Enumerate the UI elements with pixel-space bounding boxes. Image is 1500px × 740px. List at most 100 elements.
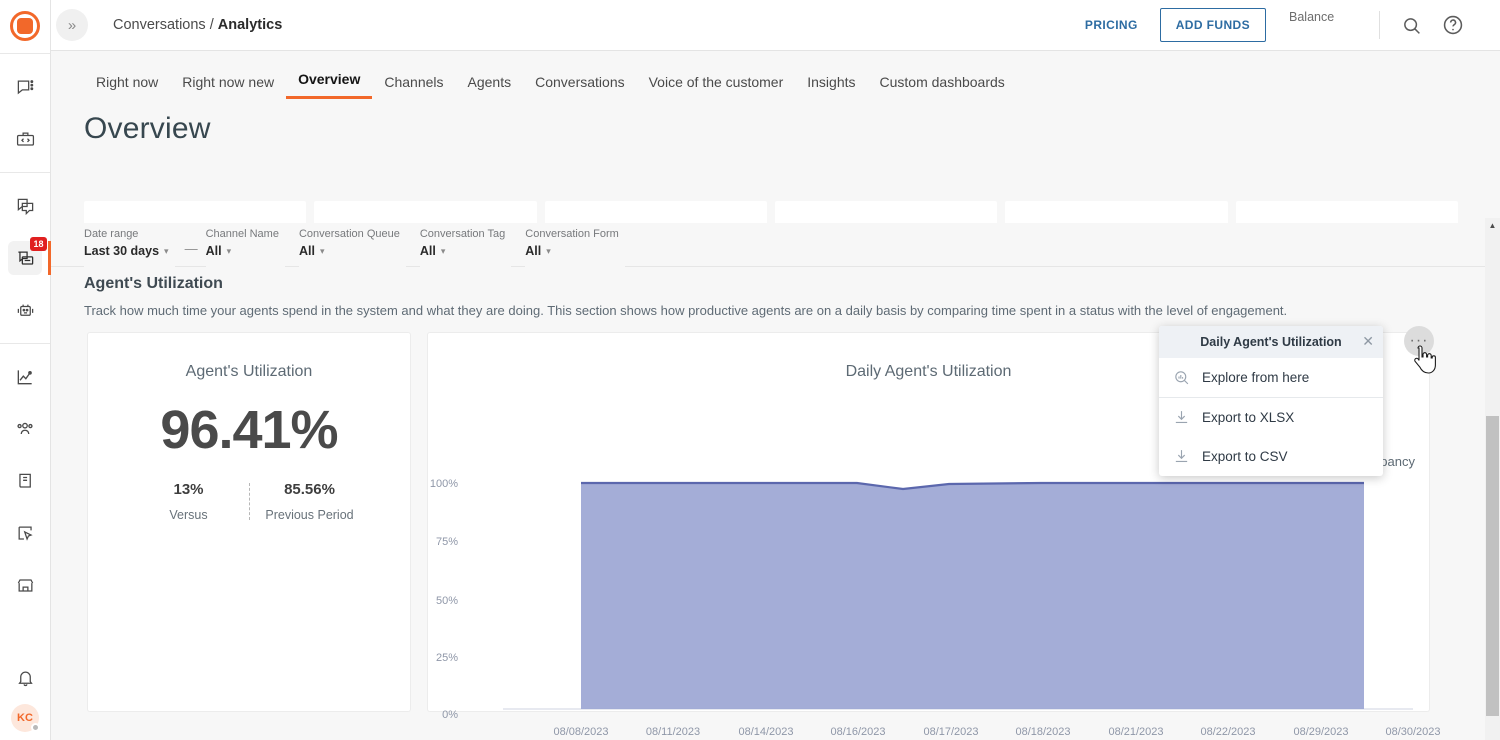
sidebar-item-campaigns[interactable]	[8, 516, 42, 550]
copy-pages-icon	[17, 198, 33, 215]
sidebar-item-marketplace[interactable]	[8, 568, 42, 602]
section-description: Track how much time your agents spend in…	[84, 303, 1288, 318]
x-axis-tick: 08/08/2023	[553, 726, 609, 738]
bell-icon	[17, 671, 33, 686]
breadcrumb-parent[interactable]: Conversations	[113, 17, 206, 33]
sidebar-item-pages[interactable]	[8, 189, 42, 223]
download-icon	[1173, 448, 1190, 465]
rail-divider-2	[0, 172, 50, 173]
search-button[interactable]	[1394, 8, 1428, 42]
top-bar: » Conversations / Analytics PRICING ADD …	[51, 0, 1500, 51]
breadcrumb-current: Analytics	[217, 17, 283, 33]
filter-conversation-tag[interactable]: Conversation Tag All ▾	[419, 223, 512, 267]
x-axis-tick: 08/21/2023	[1108, 726, 1164, 738]
help-circle-icon	[1443, 15, 1463, 35]
knowledge-book-icon	[18, 473, 31, 488]
toolbar-divider	[1379, 11, 1380, 39]
tab-voice-of-the-customer[interactable]: Voice of the customer	[637, 74, 796, 99]
tab-right-now[interactable]: Right now	[84, 74, 170, 99]
filter-conversation-queue[interactable]: Conversation Queue All ▾	[298, 223, 406, 267]
tab-custom-dashboards[interactable]: Custom dashboards	[868, 74, 1017, 99]
section-header: Agent's Utilization Track how much time …	[84, 275, 1287, 318]
section-title: Agent's Utilization	[84, 275, 223, 292]
filter-value-text: All	[298, 244, 315, 258]
filter-value[interactable]: All ▾	[206, 244, 279, 258]
avatar[interactable]: KC	[11, 704, 40, 732]
x-axis-tick: 08/14/2023	[738, 726, 794, 738]
sidebar-item-developer[interactable]	[8, 122, 42, 156]
metric-previous-label: Previous Period	[265, 508, 354, 522]
filter-conversation-form[interactable]: Conversation Form All ▾	[525, 223, 625, 267]
x-axis-tick: 08/18/2023	[1015, 726, 1071, 738]
metric-previous-value: 85.56%	[284, 481, 335, 498]
x-axis-tick: 08/22/2023	[1200, 726, 1256, 738]
toolbox-code-icon	[16, 132, 34, 146]
click-frame-icon	[18, 526, 33, 541]
chevron-down-icon: ▾	[440, 245, 446, 256]
metric-versus-value: 13%	[173, 481, 204, 498]
area-chart-plot[interactable]	[428, 443, 1429, 733]
sidebar-item-team[interactable]	[8, 412, 42, 446]
filter-value-text: All	[525, 244, 542, 258]
filter-value[interactable]: All ▾	[299, 244, 400, 258]
chart-more-options-button[interactable]: ···	[1404, 326, 1434, 356]
inbox-badge: 18	[30, 237, 47, 251]
tab-conversations[interactable]: Conversations	[523, 74, 637, 99]
tab-insights[interactable]: Insights	[795, 74, 867, 99]
popup-item-export-csv[interactable]: Export to CSV	[1159, 437, 1383, 476]
page-scrollbar[interactable]: ▲	[1485, 218, 1500, 740]
filter-value-text: Last 30 days	[84, 244, 160, 258]
balance-indicator[interactable]: Balance	[1289, 0, 1379, 51]
filter-label: Conversation Queue	[298, 228, 400, 240]
pricing-link[interactable]: PRICING	[1085, 18, 1138, 32]
rail-divider-3	[0, 343, 50, 344]
metric-versus-label: Versus	[169, 508, 208, 522]
chevron-down-icon: ▾	[164, 245, 169, 256]
metric-card-title: Agent's Utilization	[185, 363, 313, 380]
metric-previous: 85.56% Previous Period	[254, 481, 366, 522]
tab-overview[interactable]: Overview	[286, 71, 373, 99]
sidebar-item-bots[interactable]	[8, 293, 42, 327]
tab-agents[interactable]: Agents	[456, 74, 524, 99]
chevron-down-icon: ▾	[546, 245, 551, 256]
popup-item-explore-from-here[interactable]: Explore from here	[1159, 358, 1383, 397]
metric-card-value: 96.41%	[160, 400, 338, 460]
analytics-chart-icon	[17, 370, 32, 385]
sidebar-item-inbox[interactable]: 18	[8, 237, 51, 275]
popup-item-export-xlsx[interactable]: Export to XLSX	[1159, 398, 1383, 437]
sidebar-item-analytics[interactable]	[8, 360, 42, 394]
filter-date-range[interactable]: Date range Last 30 days ▾	[84, 223, 175, 267]
tab-right-now-new[interactable]: Right now new	[170, 74, 286, 99]
left-sidebar: 18 KC	[0, 0, 51, 740]
sidebar-expand-button[interactable]: »	[56, 9, 88, 41]
help-button[interactable]	[1436, 8, 1470, 42]
breadcrumb-separator: /	[209, 17, 214, 33]
scrollbar-thumb[interactable]	[1486, 416, 1499, 716]
filter-value-text: All	[205, 244, 222, 258]
filter-value[interactable]: Last 30 days ▾	[84, 244, 169, 258]
team-icon	[17, 422, 33, 435]
popup-item-label: Explore from here	[1202, 370, 1310, 385]
balance-label: Balance	[1289, 9, 1335, 24]
more-options-icon: ···	[1409, 332, 1429, 349]
top-bar-actions: PRICING ADD FUNDS Balance	[1085, 0, 1500, 51]
x-axis-tick: 08/11/2023	[645, 726, 701, 738]
tab-channels[interactable]: Channels	[372, 74, 455, 99]
filter-value[interactable]: All ▾	[420, 244, 505, 258]
filter-value[interactable]: All ▾	[525, 244, 619, 258]
x-axis-tick: 08/16/2023	[830, 726, 886, 738]
scroll-up-arrow-icon[interactable]: ▲	[1485, 218, 1500, 233]
x-axis-tick: 08/30/2023	[1385, 726, 1441, 738]
sidebar-item-knowledge[interactable]	[8, 464, 42, 498]
x-axis-tick: 08/17/2023	[923, 726, 979, 738]
add-funds-button[interactable]: ADD FUNDS	[1159, 8, 1266, 42]
sidebar-item-chat[interactable]	[8, 70, 42, 104]
filter-separator-dash: —	[184, 241, 198, 256]
popup-close-button[interactable]: ✕	[1362, 333, 1374, 349]
metric-divider	[248, 483, 250, 520]
filter-channel-name[interactable]: Channel Name All ▾	[205, 223, 285, 267]
app-root: 18 KC » Conversations / Analytics PRICIN…	[0, 0, 1500, 740]
download-icon	[1173, 409, 1190, 426]
app-logo[interactable]	[10, 11, 40, 41]
notifications-button[interactable]	[8, 661, 42, 695]
